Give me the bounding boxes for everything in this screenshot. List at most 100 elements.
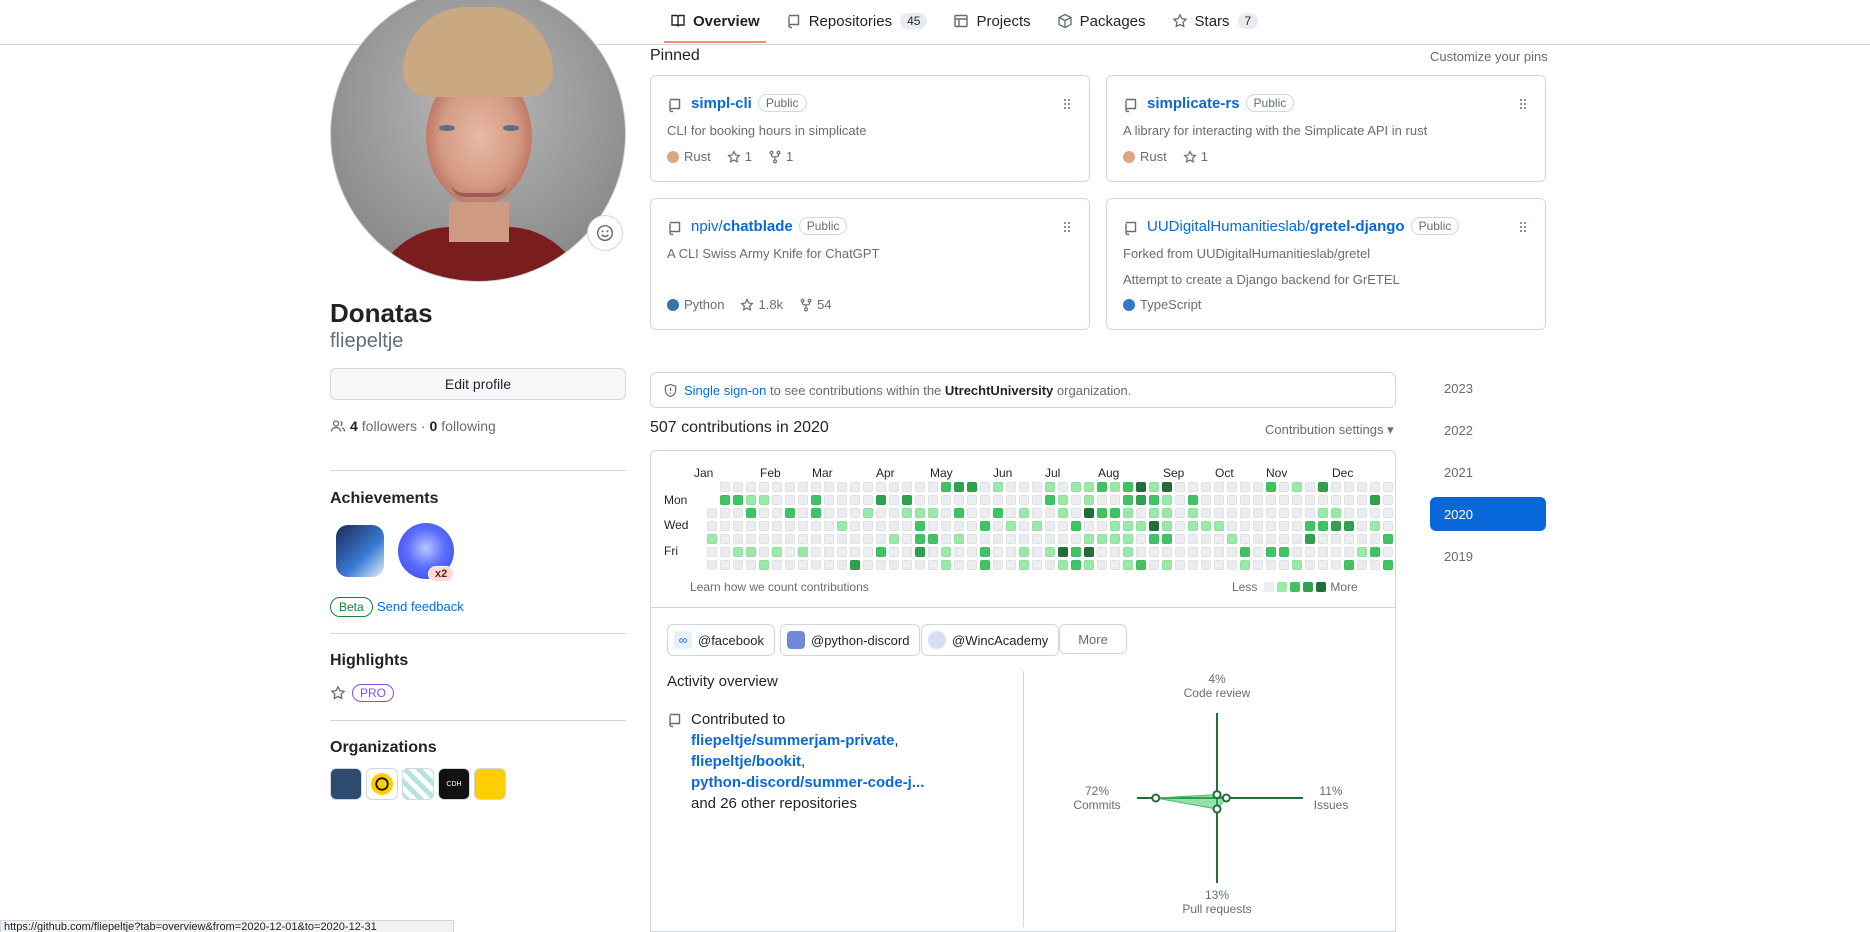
org-avatar-pattern[interactable] — [402, 768, 434, 800]
contribution-day[interactable] — [1279, 495, 1289, 505]
contribution-day[interactable] — [1097, 495, 1107, 505]
contribution-day[interactable] — [941, 495, 951, 505]
contribution-day[interactable] — [993, 521, 1003, 531]
contribution-day[interactable] — [941, 534, 951, 544]
contribution-day[interactable] — [1370, 495, 1380, 505]
contribution-day[interactable] — [1240, 495, 1250, 505]
contribution-day[interactable] — [876, 534, 886, 544]
contribution-day[interactable] — [915, 534, 925, 544]
contribution-day[interactable] — [1344, 534, 1354, 544]
contribution-day[interactable] — [980, 560, 990, 570]
contribution-day[interactable] — [759, 508, 769, 518]
single-sign-on-link[interactable]: Single sign-on — [684, 383, 766, 398]
contribution-day[interactable] — [746, 495, 756, 505]
following-link[interactable]: 0 following — [430, 418, 496, 434]
contribution-day[interactable] — [1006, 547, 1016, 557]
contribution-day[interactable] — [1240, 534, 1250, 544]
contribution-day[interactable] — [863, 521, 873, 531]
contribution-day[interactable] — [720, 508, 730, 518]
contribution-day[interactable] — [798, 508, 808, 518]
contribution-day[interactable] — [1279, 482, 1289, 492]
contribution-day[interactable] — [1097, 560, 1107, 570]
contribution-day[interactable] — [915, 482, 925, 492]
contribution-day[interactable] — [837, 521, 847, 531]
contribution-day[interactable] — [1175, 534, 1185, 544]
contribution-day[interactable] — [837, 547, 847, 557]
contribution-day[interactable] — [993, 508, 1003, 518]
achievement-badge-1[interactable] — [336, 525, 384, 577]
contribution-day[interactable] — [772, 560, 782, 570]
contribution-day[interactable] — [1266, 547, 1276, 557]
contribution-day[interactable] — [1253, 495, 1263, 505]
contribution-day[interactable] — [941, 482, 951, 492]
org-avatar-humanities[interactable] — [474, 768, 506, 800]
contributed-repo-link[interactable]: python-discord/summer-code-j... — [691, 774, 924, 791]
contribution-day[interactable] — [1357, 508, 1367, 518]
contribution-day[interactable] — [1214, 482, 1224, 492]
contribution-day[interactable] — [1175, 495, 1185, 505]
contribution-day[interactable] — [1201, 482, 1211, 492]
drag-handle-icon[interactable] — [1519, 98, 1527, 110]
repo-stars-link[interactable]: 1.8k — [740, 297, 783, 312]
year-link-2020[interactable]: 2020 — [1430, 497, 1546, 531]
contribution-day[interactable] — [1019, 482, 1029, 492]
contribution-day[interactable] — [1032, 508, 1042, 518]
contribution-day[interactable] — [1214, 495, 1224, 505]
contribution-day[interactable] — [850, 521, 860, 531]
contribution-day[interactable] — [1175, 508, 1185, 518]
contribution-day[interactable] — [1279, 508, 1289, 518]
org-filter-winc-academy[interactable]: @WincAcademy — [921, 624, 1060, 656]
contribution-day[interactable] — [1292, 560, 1302, 570]
contribution-day[interactable] — [1240, 482, 1250, 492]
contribution-day[interactable] — [733, 534, 743, 544]
contribution-day[interactable] — [967, 534, 977, 544]
contribution-day[interactable] — [915, 560, 925, 570]
contribution-day[interactable] — [1123, 521, 1133, 531]
contribution-day[interactable] — [1357, 482, 1367, 492]
contribution-day[interactable] — [1058, 508, 1068, 518]
contribution-day[interactable] — [1110, 495, 1120, 505]
repo-link[interactable]: npiv/chatblade Public — [691, 217, 848, 235]
contribution-day[interactable] — [1357, 547, 1367, 557]
contribution-day[interactable] — [1370, 547, 1380, 557]
contribution-day[interactable] — [1136, 508, 1146, 518]
contribution-day[interactable] — [1006, 495, 1016, 505]
contribution-day[interactable] — [889, 547, 899, 557]
contribution-day[interactable] — [1136, 521, 1146, 531]
contribution-day[interactable] — [954, 495, 964, 505]
contribution-day[interactable] — [876, 521, 886, 531]
org-filter-facebook[interactable]: ∞ @facebook — [667, 624, 775, 656]
contribution-day[interactable] — [733, 495, 743, 505]
contribution-day[interactable] — [1110, 560, 1120, 570]
contribution-day[interactable] — [1266, 482, 1276, 492]
contribution-day[interactable] — [1344, 508, 1354, 518]
contribution-day[interactable] — [1162, 534, 1172, 544]
contribution-day[interactable] — [811, 482, 821, 492]
contribution-day[interactable] — [902, 482, 912, 492]
contribution-day[interactable] — [1188, 521, 1198, 531]
contribution-day[interactable] — [1032, 560, 1042, 570]
contribution-day[interactable] — [1240, 560, 1250, 570]
contribution-day[interactable] — [941, 547, 951, 557]
contribution-day[interactable] — [1214, 521, 1224, 531]
contribution-day[interactable] — [1149, 521, 1159, 531]
contribution-day[interactable] — [1058, 547, 1068, 557]
contribution-day[interactable] — [1305, 495, 1315, 505]
contribution-day[interactable] — [967, 547, 977, 557]
contribution-day[interactable] — [1201, 534, 1211, 544]
contribution-day[interactable] — [928, 534, 938, 544]
contributed-repo-link[interactable]: fliepeltje/bookit — [691, 753, 801, 770]
contribution-day[interactable] — [954, 508, 964, 518]
contribution-day[interactable] — [1318, 482, 1328, 492]
contribution-day[interactable] — [1071, 547, 1081, 557]
contribution-day[interactable] — [980, 534, 990, 544]
contribution-day[interactable] — [1136, 547, 1146, 557]
contribution-day[interactable] — [1175, 521, 1185, 531]
contribution-day[interactable] — [707, 508, 717, 518]
contribution-day[interactable] — [1292, 508, 1302, 518]
contribution-day[interactable] — [798, 547, 808, 557]
contribution-day[interactable] — [707, 547, 717, 557]
contribution-day[interactable] — [941, 521, 951, 531]
customize-pins-link[interactable]: Customize your pins — [1430, 49, 1548, 64]
contribution-day[interactable] — [1123, 547, 1133, 557]
